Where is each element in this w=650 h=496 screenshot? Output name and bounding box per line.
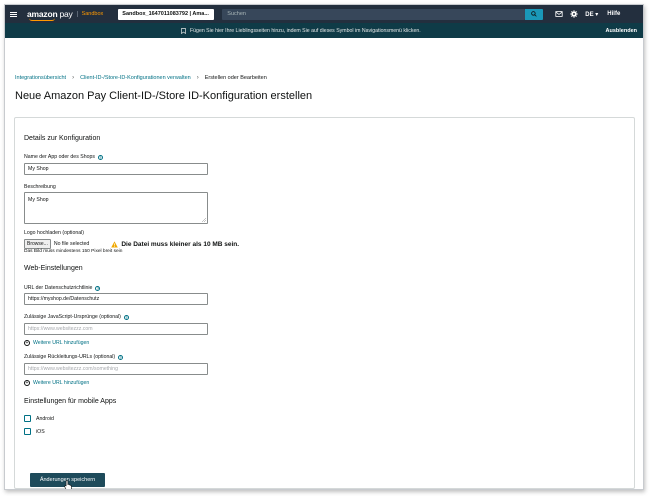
info-icon[interactable]: ? — [97, 154, 103, 160]
top-icons: DE ▾ Hilfe — [555, 10, 620, 18]
bookmark-icon — [181, 27, 186, 34]
info-icon[interactable]: ? — [118, 354, 124, 360]
privacy-url-label: URL der Datenschutzrichtlinie ? — [24, 285, 101, 291]
privacy-url-label-text: URL der Datenschutzrichtlinie — [24, 285, 93, 291]
breadcrumb-current: Erstellen oder Bearbeiten — [204, 75, 267, 81]
amazon-pay-logo[interactable]: amazon pay — [27, 9, 73, 21]
favorites-banner: Fügen Sie hier Ihre Lieblingsseiten hinz… — [5, 23, 643, 38]
ios-label: iOS — [36, 428, 45, 435]
return-urls-label: Zulässige Rückleitungs-URLs (optional) ? — [24, 354, 124, 360]
logo-hint: Das Bild muss mindestens 150 Pixel breit… — [24, 249, 123, 254]
logo-pay-text: pay — [59, 9, 73, 19]
mobile-section-title: Einstellungen für mobile Apps — [24, 398, 117, 405]
favorites-message: Fügen Sie hier Ihre Lieblingsseiten hinz… — [181, 28, 421, 34]
chevron-right-icon: › — [196, 75, 199, 81]
logo-upload-label: Logo hochladen (optional) — [24, 230, 84, 236]
logo-amazon-text: amazon — [27, 9, 58, 21]
js-origins-input[interactable]: https://www.websitezzz.com — [24, 323, 208, 335]
details-section-title: Details zur Konfiguration — [24, 135, 101, 142]
js-origins-label: Zulässige JavaScript-Ursprünge (optional… — [24, 314, 129, 320]
android-checkbox-row[interactable]: Android — [24, 415, 54, 422]
hand-cursor-icon — [64, 480, 72, 489]
hide-favorites-button[interactable]: Ausblenden — [606, 28, 637, 34]
sandbox-badge: Sandbox — [76, 11, 103, 17]
warning-icon — [111, 240, 119, 248]
no-file-selected-text: No file selected — [53, 241, 90, 247]
search-button[interactable] — [525, 8, 544, 20]
app-window: amazon pay Sandbox Sandbox_1647011083792… — [4, 4, 644, 490]
mail-icon[interactable] — [555, 10, 563, 18]
help-link[interactable]: Hilfe — [607, 11, 620, 17]
add-return-url-link[interactable]: + Weitere URL hinzufügen — [24, 380, 89, 386]
ios-checkbox[interactable] — [24, 428, 31, 435]
search-input[interactable]: Suchen — [222, 8, 526, 20]
app-name-input[interactable]: My Shop — [24, 163, 208, 175]
android-checkbox[interactable] — [24, 415, 31, 422]
description-textarea[interactable]: My Shop — [24, 192, 208, 224]
android-label: Android — [36, 415, 54, 422]
logo-upload-row: Browse... No file selected Die Datei mus… — [24, 239, 239, 249]
chevron-right-icon: › — [72, 75, 75, 81]
top-navigation-bar: amazon pay Sandbox Sandbox_1647011083792… — [5, 5, 643, 23]
return-urls-label-text: Zulässige Rückleitungs-URLs (optional) — [24, 354, 116, 360]
js-origins-label-text: Zulässige JavaScript-Ursprünge (optional… — [24, 314, 121, 320]
app-name-label-text: Name der App oder des Shops — [24, 154, 95, 160]
browse-button[interactable]: Browse... — [24, 239, 51, 249]
return-urls-input[interactable]: https://www.websitezzz.com/something — [24, 363, 208, 375]
description-label: Beschreibung — [24, 184, 56, 190]
privacy-url-input[interactable]: https://myshop.de/Datenschutz — [24, 293, 208, 305]
add-circle-icon: + — [24, 340, 30, 346]
breadcrumb-integration-overview[interactable]: Integrationsübersicht — [15, 75, 66, 81]
search-icon — [531, 11, 537, 17]
language-selector[interactable]: DE ▾ — [585, 11, 598, 18]
configuration-form: Details zur Konfiguration Name der App o… — [14, 117, 635, 489]
gear-icon[interactable] — [570, 10, 578, 18]
info-icon[interactable]: ? — [95, 285, 101, 291]
web-section-title: Web-Einstellungen — [24, 265, 83, 272]
add-circle-icon: + — [24, 380, 30, 386]
add-js-origin-text: Weitere URL hinzufügen — [33, 340, 90, 346]
add-return-url-text: Weitere URL hinzufügen — [33, 380, 90, 386]
ios-checkbox-row[interactable]: iOS — [24, 428, 45, 435]
breadcrumb-manage-configurations[interactable]: Client-ID-/Store-ID-Konfigurationen verw… — [80, 75, 191, 81]
account-selector[interactable]: Sandbox_1647011083792 | Ama... — [118, 8, 215, 20]
page-title: Neue Amazon Pay Client-ID-/Store ID-Konf… — [15, 90, 313, 102]
favorites-message-text: Fügen Sie hier Ihre Lieblingsseiten hinz… — [190, 27, 421, 34]
breadcrumb: Integrationsübersicht › Client-ID-/Store… — [15, 75, 267, 81]
file-size-warning: Die Datei muss kleiner als 10 MB sein. — [111, 241, 239, 248]
file-size-warning-text: Die Datei muss kleiner als 10 MB sein. — [121, 240, 240, 248]
info-icon[interactable]: ? — [123, 314, 129, 320]
app-name-label: Name der App oder des Shops ? — [24, 154, 103, 160]
add-js-origin-link[interactable]: + Weitere URL hinzufügen — [24, 340, 89, 346]
menu-icon[interactable] — [5, 5, 21, 23]
